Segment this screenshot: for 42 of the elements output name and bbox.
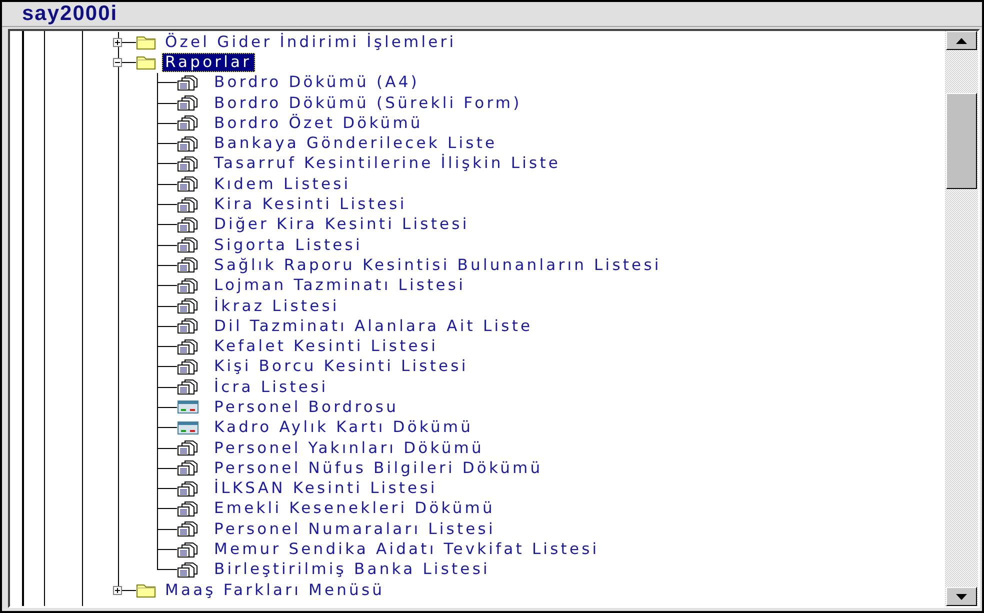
folder-icon	[136, 54, 156, 70]
tree-item[interactable]: Kişi Borcu Kesinti Listesi	[211, 357, 472, 376]
expander-icon[interactable]	[113, 58, 122, 67]
tree-item[interactable]: Personel Nüfus Bilgileri Dökümü	[211, 458, 546, 478]
tree-item[interactable]: Bordro Dökümü (Sürekli Form)	[211, 94, 525, 113]
tree-item[interactable]: Bordro Dökümü (A4)	[211, 73, 422, 92]
folder-icon	[136, 582, 156, 598]
tree-item[interactable]: Personel Bordrosu	[211, 398, 402, 417]
tree-item[interactable]: İLKSAN Kesinti Listesi	[211, 479, 440, 498]
expander-icon[interactable]	[113, 586, 122, 595]
form-window-icon	[177, 420, 199, 436]
form-window-icon	[177, 399, 199, 416]
arrow-up-icon	[956, 38, 967, 44]
window-title: say2000i	[22, 2, 118, 26]
tree-item[interactable]: İkraz Listesi	[211, 296, 342, 316]
tree-item[interactable]: Kıdem Listesi	[211, 174, 354, 194]
tree-item[interactable]: Dil Tazminatı Alanlara Ait Liste	[211, 316, 536, 336]
tree-item[interactable]: Emekli Kesenekleri Dökümü	[211, 499, 498, 518]
tree-item[interactable]: Özel Gider İndirimi İşlemleri	[162, 32, 460, 52]
tree-item[interactable]: Kira Kesinti Listesi	[211, 195, 410, 214]
arrow-down-icon	[956, 594, 967, 600]
tree-item[interactable]: Personel Numaraları Listesi	[211, 520, 498, 539]
tree-item[interactable]: Bankaya Gönderilecek Liste	[211, 134, 500, 154]
scroll-thumb[interactable]	[946, 93, 977, 189]
tree-item[interactable]: Sağlık Raporu Kesintisi Bulunanların Listesi	[211, 256, 664, 275]
tree-item[interactable]: Raporlar	[162, 52, 255, 72]
tree-item[interactable]: Tasarruf Kesintilerine İlişkin Liste	[211, 154, 564, 174]
tree-item[interactable]: İcra Listesi	[211, 378, 332, 397]
tree-item[interactable]: Lojman Tazminatı Listesi	[211, 276, 468, 296]
tree-item[interactable]: Bordro Özet Dökümü	[211, 114, 426, 133]
tree-item[interactable]: Personel Yakınları Dökümü	[211, 438, 487, 458]
expander-icon[interactable]	[113, 38, 122, 47]
scroll-down-button[interactable]	[946, 587, 977, 606]
folder-icon	[136, 34, 156, 50]
tree-item[interactable]: Memur Sendika Aidatı Tevkifat Listesi	[211, 540, 602, 560]
tree-item[interactable]: Birleştirilmiş Banka Listesi	[211, 560, 493, 580]
scroll-up-button[interactable]	[946, 31, 977, 50]
tree-item[interactable]: Kadro Aylık Kartı Dökümü	[211, 418, 476, 438]
tree-item[interactable]: Sigorta Listesi	[211, 236, 366, 255]
tree-item[interactable]: Diğer Kira Kesinti Listesi	[211, 215, 472, 234]
tree-item[interactable]: Kefalet Kesinti Listesi	[211, 337, 441, 356]
tree-item[interactable]: Maaş Farkları Menüsü	[162, 580, 388, 600]
